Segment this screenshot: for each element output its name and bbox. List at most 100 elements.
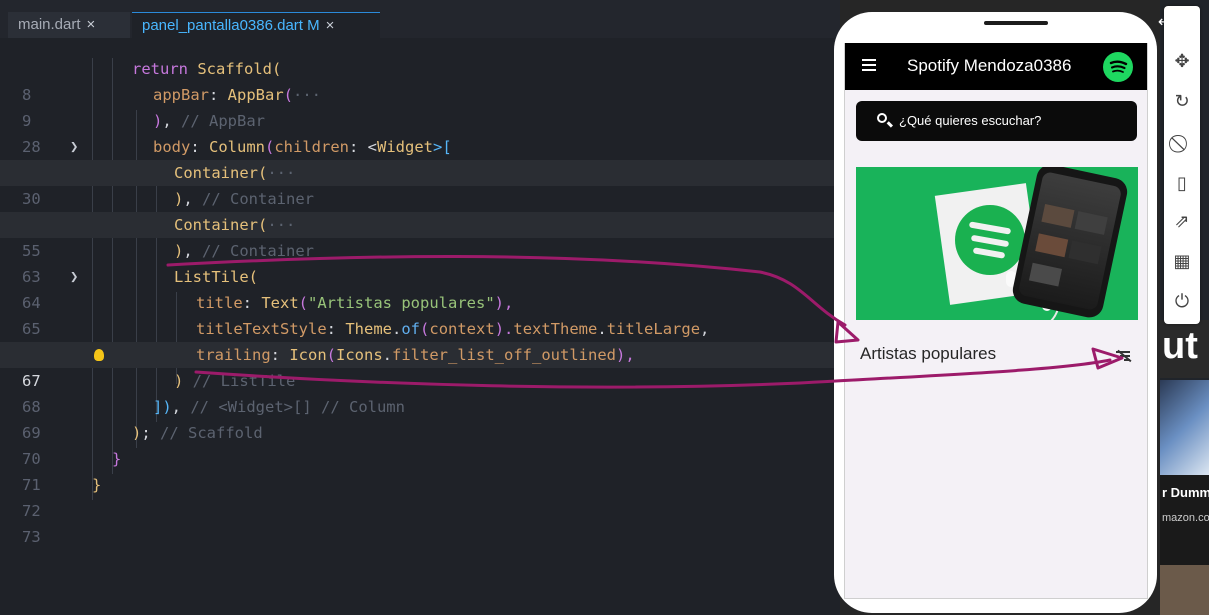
code-line[interactable]: 54 ), // Container xyxy=(0,186,840,234)
code-token: ListTile xyxy=(174,268,249,286)
phone-icon[interactable]: ▯ xyxy=(1164,170,1200,198)
phone-emulator: Spotify Mendoza0386 ¿Qué quieres escucha… xyxy=(834,12,1157,613)
code-token: ··· xyxy=(267,164,296,182)
code-token: ), xyxy=(494,294,514,312)
list-tile-title[interactable]: Artistas populares xyxy=(860,344,996,364)
code-token: filter_list_off_outlined xyxy=(392,346,616,364)
code-token: ( xyxy=(326,346,336,364)
code-token: Widget xyxy=(377,138,433,156)
search-field[interactable]: ¿Qué quieres escuchar? xyxy=(856,101,1137,141)
code-token: ; xyxy=(141,424,161,442)
code-token: titleTextStyle xyxy=(196,320,327,338)
move-icon[interactable]: ✥ xyxy=(1164,48,1200,76)
code-token: Container xyxy=(174,216,258,234)
code-token: appBar xyxy=(153,86,209,104)
tab-panel-pantalla[interactable]: panel_pantalla0386.dart M × xyxy=(132,12,380,38)
code-token: } xyxy=(92,476,102,494)
code-line[interactable]: 69 ]), // <Widget>[] // Column xyxy=(0,394,840,442)
tab-main-dart[interactable]: main.dart × xyxy=(8,12,130,38)
background-text: r Dumm xyxy=(1162,485,1209,500)
code-token: : xyxy=(326,320,346,338)
code-token: , xyxy=(171,398,191,416)
line-number: 73 xyxy=(22,528,41,546)
code-token: children xyxy=(274,138,349,156)
code-token: context xyxy=(429,320,495,338)
editor-tab-bar: main.dart × panel_pantalla0386.dart M × xyxy=(0,0,840,38)
code-token: ··· xyxy=(293,86,322,104)
code-token: // <Widget>[] // Column xyxy=(190,398,405,416)
rotate-device-icon[interactable]: ⃠ xyxy=(1164,130,1200,158)
code-editor[interactable]: 8 return Scaffold( 9 ❯ appBar: AppBar(··… xyxy=(0,48,840,615)
code-line[interactable]: 63 ), // Container xyxy=(0,238,840,286)
code-line[interactable]: 9 ❯ appBar: AppBar(··· xyxy=(0,82,840,155)
code-token: . xyxy=(382,346,393,364)
code-line[interactable]: 29 body: Column(children: <Widget>[ xyxy=(0,134,840,182)
banner-image xyxy=(856,167,1138,320)
code-token: ) xyxy=(153,112,163,130)
code-token: ). xyxy=(494,320,514,338)
code-line[interactable]: 8 return Scaffold( xyxy=(0,56,840,104)
code-token: : < xyxy=(349,138,377,156)
code-token: : xyxy=(270,346,290,364)
code-token: title xyxy=(196,294,243,312)
code-token: of xyxy=(401,320,421,338)
code-line[interactable]: 71 } xyxy=(0,446,840,494)
code-token: ( xyxy=(258,216,268,234)
code-line[interactable]: 55 ❯ Container(··· xyxy=(0,212,840,285)
code-token: : xyxy=(209,86,228,104)
rotate-icon[interactable]: ↻ xyxy=(1164,88,1200,116)
background-text: ut xyxy=(1162,325,1198,367)
code-token: return xyxy=(132,60,188,78)
code-line[interactable]: 70 ); // Scaffold xyxy=(0,420,840,468)
code-token: ( xyxy=(265,138,275,156)
code-token: } xyxy=(112,450,122,468)
code-token: Column xyxy=(209,138,265,156)
code-line[interactable]: 66 titleTextStyle: Theme.of(context).tex… xyxy=(0,316,840,364)
code-token: Container xyxy=(174,164,258,182)
close-icon[interactable]: × xyxy=(326,17,335,34)
code-token: ( xyxy=(420,320,430,338)
lightbulb-icon[interactable] xyxy=(94,349,104,361)
code-line[interactable]: 73 xyxy=(0,498,840,546)
code-token: // ListTile xyxy=(183,372,296,390)
code-token: Text xyxy=(261,294,299,312)
code-token: ( xyxy=(272,60,282,78)
code-token: titleLarge xyxy=(606,320,701,338)
code-token: ( xyxy=(248,268,258,286)
code-token: ) xyxy=(174,190,184,208)
code-line[interactable]: 72 } xyxy=(0,472,840,520)
code-token: . xyxy=(392,320,402,338)
code-token: Theme xyxy=(345,320,392,338)
code-token: ) xyxy=(174,242,184,260)
code-line[interactable]: 65 title: Text("Artistas populares"), xyxy=(0,290,840,338)
code-token: , xyxy=(183,242,203,260)
search-icon xyxy=(877,113,887,123)
close-icon[interactable]: × xyxy=(87,16,96,33)
open-external-icon[interactable]: ⇗ xyxy=(1164,208,1200,236)
code-token: AppBar xyxy=(227,86,284,104)
code-token: , xyxy=(183,190,203,208)
code-line[interactable]: 64 ListTile( xyxy=(0,264,840,312)
code-token: "Artistas populares" xyxy=(308,294,495,312)
code-token: : xyxy=(242,294,262,312)
code-token: ) xyxy=(174,372,184,390)
code-token: // Scaffold xyxy=(160,424,263,442)
power-icon[interactable]: ⏻ xyxy=(1164,288,1200,316)
code-token: trailing xyxy=(196,346,271,364)
code-token: ) xyxy=(132,424,142,442)
menu-icon[interactable] xyxy=(862,59,876,71)
code-line[interactable]: 30 ❯ Container(··· xyxy=(0,160,840,233)
code-line-current[interactable]: 67 trailing: Icon(Icons.filter_list_off_… xyxy=(0,342,840,390)
code-token: . xyxy=(597,320,607,338)
code-token: , xyxy=(700,320,710,338)
search-placeholder: ¿Qué quieres escuchar? xyxy=(899,113,1042,128)
code-token: : xyxy=(190,138,209,156)
spotify-logo-icon xyxy=(1103,52,1133,82)
code-line[interactable]: 28 ), // AppBar xyxy=(0,108,840,156)
code-token: , xyxy=(162,112,182,130)
code-token: ), xyxy=(615,346,635,364)
qr-code-icon[interactable]: ▦ xyxy=(1164,248,1200,276)
code-line[interactable]: 68 ) // ListTile xyxy=(0,368,840,416)
code-token: ( xyxy=(258,164,268,182)
tab-label: panel_pantalla0386.dart M xyxy=(142,17,320,34)
